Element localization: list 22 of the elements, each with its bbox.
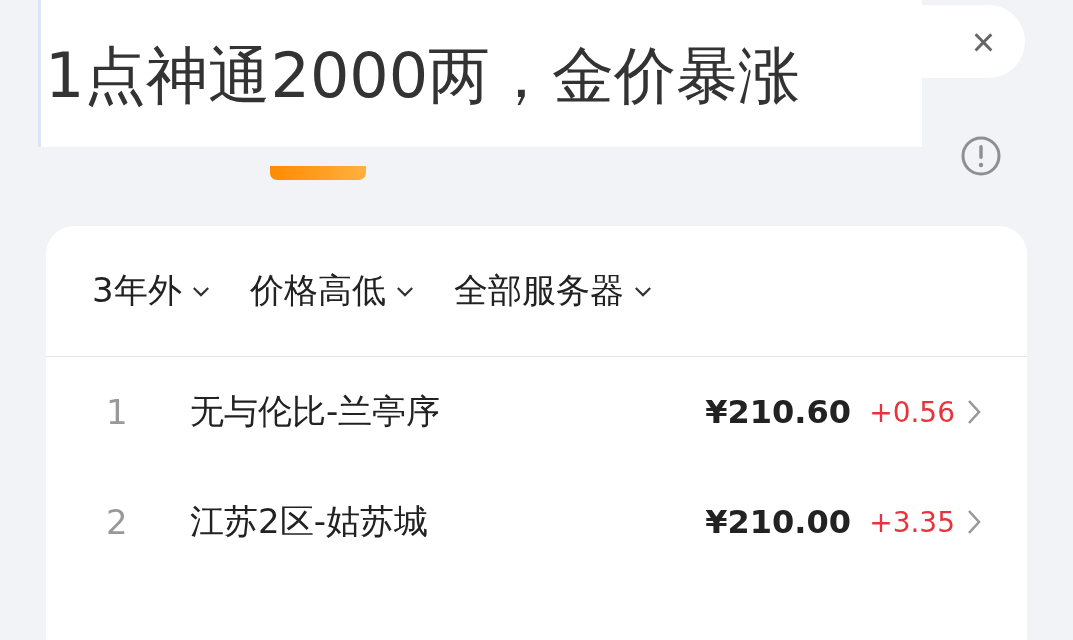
rank-number: 1 [106,392,129,432]
caret-icon [395,285,414,297]
search-field[interactable]: × [922,5,1025,78]
clear-button[interactable]: × [971,21,995,62]
server-row[interactable]: 2 江苏2区-姑苏城 ¥210.00 +3.35 [46,467,1027,577]
server-name: 无与伦比-兰亭序 [190,390,442,433]
caret-icon [191,285,210,297]
filter-dropdown[interactable]: 全部服务器 [453,268,652,314]
chevron-icon [967,399,981,425]
price-change: +3.35 [868,505,955,539]
price-change: +0.56 [868,395,955,429]
filter-dropdown[interactable]: 3年外 [92,268,210,314]
rank-number: 2 [106,502,129,542]
caption-text: 1点神通2000两，金价暴涨 [38,0,922,147]
chevron-icon [967,509,981,535]
caret-icon [633,285,652,297]
price-value: ¥210.00 [705,503,851,541]
server-row[interactable]: 1 无与伦比-兰亭序 ¥210.60 +0.56 [46,357,1027,467]
price-value: ¥210.60 [705,393,851,431]
filter-dropdown[interactable]: 价格高低 [249,268,414,314]
server-name: 江苏2区-姑苏城 [190,500,429,543]
info-icon[interactable] [961,136,1001,176]
